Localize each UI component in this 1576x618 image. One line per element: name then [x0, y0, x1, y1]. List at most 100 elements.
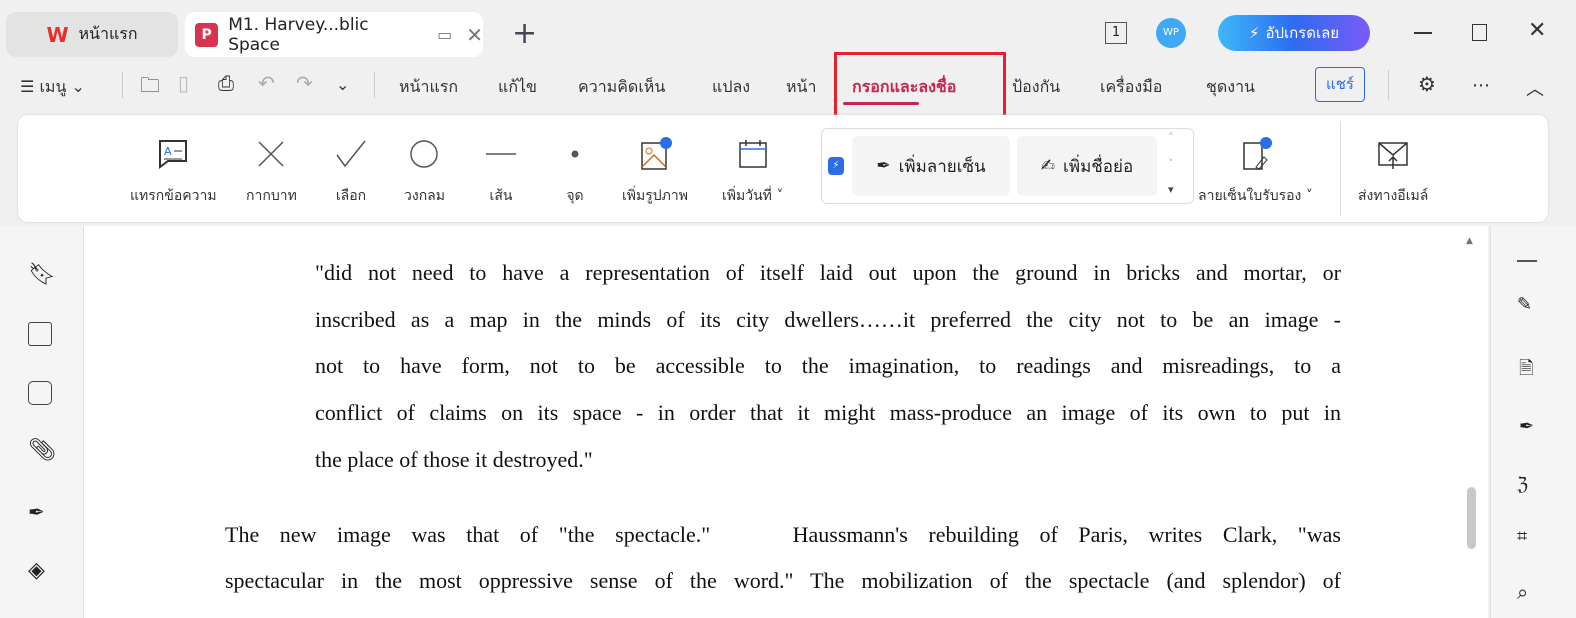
- cross-button[interactable]: กากบาท: [246, 137, 297, 207]
- ribbon: A แทรกข้อความ กากบาท เลือก วงกลม เส้น จุ…: [18, 115, 1548, 222]
- label: เพิ่มชื่อย่อ: [1063, 156, 1134, 177]
- settings-icon[interactable]: ⚙: [1418, 72, 1436, 96]
- lightning-icon: ⚡: [1248, 24, 1260, 42]
- compare-icon[interactable]: ℨ: [1517, 474, 1528, 495]
- avatar[interactable]: WP: [1156, 18, 1186, 48]
- doc-line: not to have form, not to be accessible t…: [315, 353, 1341, 378]
- add-initials-button[interactable]: ✍ เพิ่มชื่อย่อ: [1017, 136, 1157, 196]
- label: แทรกข้อความ: [130, 188, 217, 204]
- menu-label: เมนู: [39, 77, 67, 96]
- scan-icon[interactable]: ⌗: [1517, 526, 1527, 547]
- tab-comment[interactable]: ความคิดเห็น: [578, 75, 665, 100]
- pen-add-icon: ✒: [876, 156, 891, 176]
- search-icon[interactable]: ⌕: [1517, 580, 1528, 604]
- scroll-down-icon[interactable]: ˅: [1168, 157, 1174, 170]
- label: เพิ่มรูปภาพ: [622, 188, 688, 204]
- insert-text-button[interactable]: A แทรกข้อความ: [130, 137, 217, 207]
- tab-page[interactable]: หน้า: [786, 75, 816, 100]
- tab-document-label: M1. Harvey...blic Space: [228, 14, 369, 55]
- collapse-icon[interactable]: [1517, 260, 1537, 262]
- label: เพิ่มลายเซ็น: [898, 156, 986, 177]
- dot-icon: [571, 150, 579, 158]
- redo-icon[interactable]: ↷: [296, 71, 313, 95]
- cert-signature-button[interactable]: ลายเซ็นใบรับรอง ˅: [1198, 137, 1313, 207]
- right-sidebar: ✎ 🗎︎ ✒︎ ℨ ⌗ ⌕: [1490, 226, 1576, 618]
- scrollbar-thumb[interactable]: [1467, 487, 1476, 549]
- attachment-icon[interactable]: 📎︎: [28, 438, 56, 463]
- label: เส้น: [489, 188, 513, 204]
- tab-home-ribbon[interactable]: หน้าแรก: [399, 75, 458, 100]
- tab-batch[interactable]: ชุดงาน: [1206, 75, 1255, 100]
- undo-icon[interactable]: ↶: [258, 71, 275, 95]
- doc-line: inscribed as a map in the minds of its c…: [315, 307, 1341, 332]
- cert-label: ลายเซ็นใบรับรอง: [1198, 188, 1302, 204]
- thumbnail-icon[interactable]: [28, 322, 52, 346]
- upgrade-button[interactable]: ⚡ อัปเกรดเลย: [1218, 15, 1370, 51]
- close-window-button[interactable]: ✕: [1528, 18, 1546, 43]
- comment-icon[interactable]: [28, 381, 52, 405]
- tab-tools[interactable]: เครื่องมือ: [1100, 75, 1162, 100]
- initials-icon: ✍: [1040, 156, 1056, 176]
- dot-button[interactable]: จุด: [558, 137, 592, 207]
- signature-icon[interactable]: ✒︎: [28, 500, 52, 524]
- upgrade-label: อัปเกรดเลย: [1265, 24, 1340, 42]
- export-icon[interactable]: 🗎︎: [1519, 356, 1533, 386]
- cross-icon: [258, 141, 284, 167]
- maximize-button[interactable]: [1472, 24, 1487, 41]
- tab-convert[interactable]: แปลง: [712, 75, 750, 100]
- tab-home-label: หน้าแรก: [78, 24, 138, 43]
- label: วงกลม: [404, 188, 445, 204]
- divider: [122, 72, 123, 98]
- tab-protect[interactable]: ป้องกัน: [1012, 75, 1060, 100]
- label: ส่งทางอีเมล์: [1358, 188, 1429, 204]
- circle-icon: [410, 140, 439, 168]
- fill-sign-icon[interactable]: ✒︎: [1519, 416, 1534, 437]
- monitor-icon[interactable]: ▭: [437, 25, 452, 44]
- print-icon[interactable]: ⎙: [218, 71, 234, 95]
- more-icon[interactable]: ⋯: [1472, 75, 1490, 96]
- tab-document[interactable]: P M1. Harvey...blic Space ▭ ✕: [185, 12, 483, 57]
- tab-home[interactable]: W หน้าแรก: [6, 12, 178, 57]
- minimize-button[interactable]: [1414, 32, 1432, 34]
- send-email-button[interactable]: ส่งทางอีเมล์: [1358, 137, 1428, 207]
- scroll-up-icon[interactable]: ˄: [1168, 131, 1174, 144]
- premium-badge-icon: ⚡: [828, 157, 844, 175]
- collapse-ribbon-icon[interactable]: ︿: [1526, 75, 1544, 101]
- add-date-button[interactable]: เพิ่มวันที่ ˅: [722, 137, 783, 207]
- close-tab-icon[interactable]: ✕: [466, 23, 483, 47]
- bookmark-icon[interactable]: 🔖︎: [28, 262, 56, 287]
- text-box-icon: A: [159, 140, 188, 169]
- circle-button[interactable]: วงกลม: [404, 137, 445, 207]
- expand-icon[interactable]: ▾: [1168, 183, 1174, 196]
- calendar-icon: [738, 140, 767, 168]
- line-icon: [486, 153, 516, 155]
- line-button[interactable]: เส้น: [484, 137, 518, 207]
- image-icon: [641, 137, 672, 170]
- menu-button[interactable]: ☰ เมนู ⌄: [20, 75, 85, 100]
- doc-line: the place of those it destroyed.": [315, 447, 593, 472]
- svg-text:A: A: [164, 145, 172, 158]
- label: ลายเซ็นใบรับรอง ˅: [1198, 188, 1313, 204]
- add-signature-button[interactable]: ✒ เพิ่มลายเซ็น: [852, 136, 1010, 196]
- page-badge[interactable]: 1: [1105, 22, 1127, 44]
- save-icon[interactable]: ▯: [178, 71, 189, 95]
- open-icon[interactable]: 🗀: [140, 71, 160, 105]
- add-date-label: เพิ่มวันที่: [722, 188, 772, 204]
- add-image-button[interactable]: เพิ่มรูปภาพ: [622, 137, 688, 207]
- check-button[interactable]: เลือก: [334, 137, 368, 207]
- doc-line: spectacular in the most oppressive sense…: [225, 568, 1341, 593]
- layers-icon[interactable]: ◈: [28, 558, 52, 583]
- edit-icon[interactable]: ✎: [1517, 294, 1532, 315]
- tab-edit[interactable]: แก้ไข: [498, 75, 537, 100]
- doc-line: "did not need to have a representation o…: [315, 260, 1341, 285]
- check-icon: [336, 140, 366, 168]
- scroll-up-arrow[interactable]: ▲: [1466, 236, 1473, 246]
- share-button[interactable]: แชร์: [1315, 67, 1365, 102]
- wps-logo-icon: W: [46, 22, 69, 47]
- label: เลือก: [335, 188, 367, 204]
- label: กากบาท: [246, 188, 297, 204]
- new-tab-button[interactable]: +: [512, 16, 537, 51]
- more-quick-icon[interactable]: ⌄: [336, 75, 349, 94]
- left-sidebar: 🔖︎ 📎︎ ✒︎ ◈: [0, 226, 84, 618]
- signature-group: ⚡ ✒ เพิ่มลายเซ็น ✍ เพิ่มชื่อย่อ ˄ ˅ ▾: [821, 128, 1194, 204]
